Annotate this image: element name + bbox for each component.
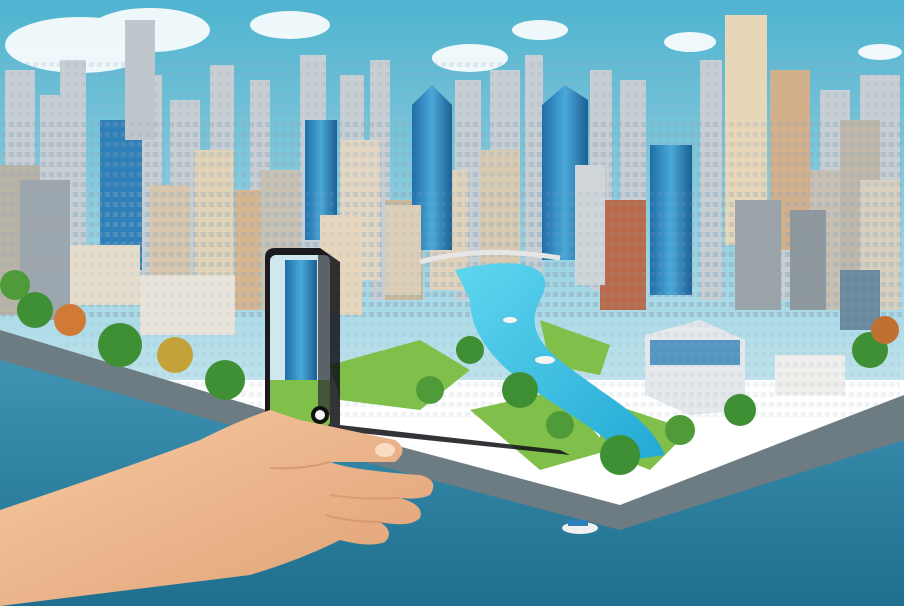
city-illustration — [0, 0, 904, 606]
